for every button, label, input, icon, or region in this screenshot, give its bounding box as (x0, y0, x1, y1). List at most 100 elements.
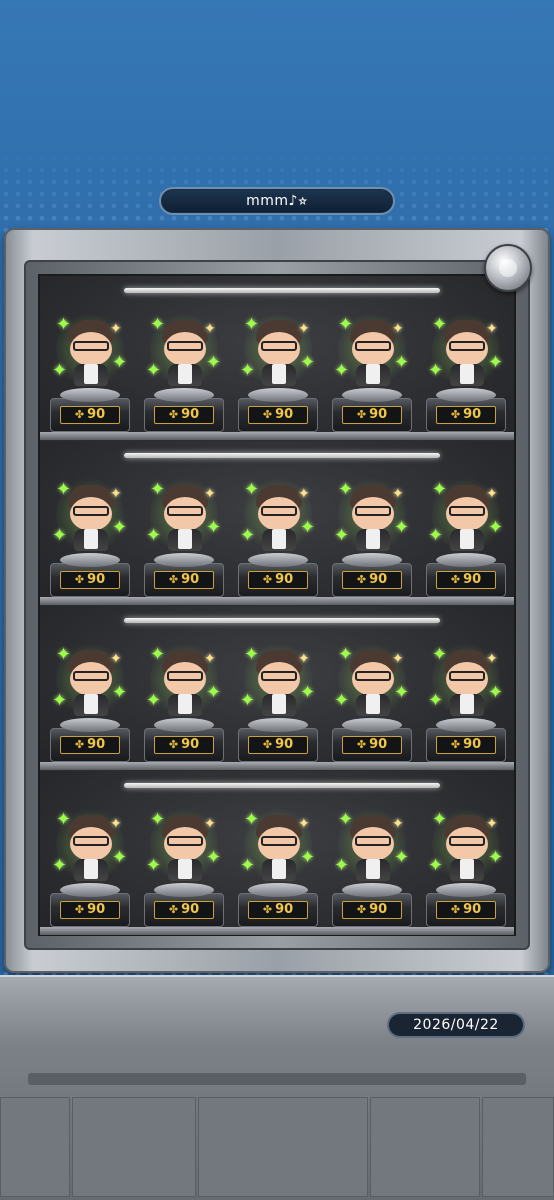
character-figure[interactable]: ✦ ✦ ✦ ✦ ✤ 90 (328, 302, 416, 432)
sparkle-icon: ✦ (392, 486, 404, 502)
level-plate: ✤ 90 (248, 406, 308, 424)
figure-glasses (355, 671, 391, 681)
character-figure[interactable]: ✦ ✦ ✦ ✦ ✤ 90 (422, 632, 510, 762)
sparkle-icon: ✦ (56, 644, 72, 665)
figure-glasses (449, 506, 485, 516)
cabinet-frame: ✦ ✦ ✦ ✦ ✤ 90 ✦ ✦ ✦ ✦ ✤ 90 ✦ ✦ ✦ ✦ ✤ 90 ✦ ✦ ✦ ✦ ✤ 90 ✦ ✦ ✦ ✦ ✤ 90 ✦ ✦ ✦ ✦ ✤… (24, 260, 530, 950)
figure-level: 90 (369, 572, 388, 587)
sparkle-icon: ✦ (56, 809, 72, 830)
sparkle-icon: ✦ (432, 479, 448, 500)
figure-shirt (460, 364, 474, 384)
figure-shirt (366, 529, 380, 549)
character-figure[interactable]: ✦ ✦ ✦ ✦ ✤ 90 (46, 467, 134, 597)
sparkle-icon: ✦ (392, 651, 404, 667)
character-figure[interactable]: ✦ ✦ ✦ ✦ ✤ 90 (234, 797, 322, 927)
clover-icon: ✤ (74, 573, 85, 586)
pedestal-top (436, 718, 496, 732)
shelf: ✦ ✦ ✦ ✦ ✤ 90 ✦ ✦ ✦ ✦ ✤ 90 ✦ ✦ ✦ ✦ ✤ 90 ✦ ✦ ✦ ✦ ✤ 90 ✦ ✦ ✦ ✦ ✤ 90 (40, 441, 514, 605)
level-plate: ✤ 90 (60, 406, 120, 424)
sparkle-icon: ✦ (110, 651, 122, 667)
character-figure[interactable]: ✦ ✦ ✦ ✦ ✤ 90 (140, 797, 228, 927)
figure-glasses (261, 341, 297, 351)
sparkle-icon: ✦ (56, 314, 72, 335)
clover-icon: ✤ (450, 903, 461, 916)
pedestal-top (436, 553, 496, 567)
level-plate: ✤ 90 (436, 901, 496, 919)
sparkle-icon: ✦ (52, 855, 68, 876)
pedestal-top (60, 388, 120, 402)
shelf-light (124, 288, 440, 293)
figure-shirt (366, 364, 380, 384)
sparkle-icon: ✦ (432, 809, 448, 830)
level-plate: ✤ 90 (342, 406, 402, 424)
sparkle-icon: ✦ (334, 690, 350, 711)
figure-shirt (178, 529, 192, 549)
character-figure[interactable]: ✦ ✦ ✦ ✦ ✤ 90 (422, 302, 510, 432)
shelf-light (124, 453, 440, 458)
figure-level: 90 (275, 572, 294, 587)
sparkle-icon: ✦ (150, 479, 166, 500)
pedestal-top (342, 883, 402, 897)
cabinet-badge-icon[interactable] (484, 244, 532, 292)
sparkle-icon: ✦ (112, 517, 128, 538)
base-slot (28, 1073, 526, 1085)
level-plate: ✤ 90 (154, 901, 214, 919)
sparkle-icon: ✦ (206, 847, 222, 868)
pedestal-top (60, 718, 120, 732)
sparkle-icon: ✦ (244, 479, 260, 500)
character-figure[interactable]: ✦ ✦ ✦ ✦ ✤ 90 (234, 467, 322, 597)
character-figure[interactable]: ✦ ✦ ✦ ✦ ✤ 90 (328, 632, 416, 762)
pedestal-top (248, 718, 308, 732)
sparkle-icon: ✦ (392, 816, 404, 832)
figure-shirt (460, 529, 474, 549)
sparkle-icon: ✦ (432, 314, 448, 335)
sparkle-icon: ✦ (110, 486, 122, 502)
figure-glasses (355, 836, 391, 846)
level-plate: ✤ 90 (60, 571, 120, 589)
sparkle-icon: ✦ (394, 352, 410, 373)
figure-shirt (84, 859, 98, 879)
sparkle-icon: ✦ (334, 855, 350, 876)
pedestal-top (154, 553, 214, 567)
figure-level: 90 (181, 407, 200, 422)
figure-level: 90 (369, 737, 388, 752)
character-figure[interactable]: ✦ ✦ ✦ ✦ ✤ 90 (328, 467, 416, 597)
character-figure[interactable]: ✦ ✦ ✦ ✦ ✤ 90 (46, 797, 134, 927)
character-figure[interactable]: ✦ ✦ ✦ ✦ ✤ 90 (46, 302, 134, 432)
clover-icon: ✤ (262, 738, 273, 751)
figure-level: 90 (275, 737, 294, 752)
level-plate: ✤ 90 (248, 571, 308, 589)
sparkle-icon: ✦ (334, 525, 350, 546)
sparkle-icon: ✦ (52, 525, 68, 546)
character-figure[interactable]: ✦ ✦ ✦ ✦ ✤ 90 (328, 797, 416, 927)
character-figure[interactable]: ✦ ✦ ✦ ✦ ✤ 90 (46, 632, 134, 762)
character-figure[interactable]: ✦ ✦ ✦ ✦ ✤ 90 (140, 302, 228, 432)
character-figure[interactable]: ✦ ✦ ✦ ✦ ✤ 90 (140, 467, 228, 597)
figure-shirt (84, 529, 98, 549)
sparkle-icon: ✦ (150, 314, 166, 335)
figure-level: 90 (181, 902, 200, 917)
sparkle-icon: ✦ (300, 847, 316, 868)
sparkle-icon: ✦ (150, 809, 166, 830)
display-cabinet: ✦ ✦ ✦ ✦ ✤ 90 ✦ ✦ ✦ ✦ ✤ 90 ✦ ✦ ✦ ✦ ✤ 90 ✦ ✦ ✦ ✦ ✤ 90 ✦ ✦ ✦ ✦ ✤ 90 ✦ ✦ ✦ ✦ ✤… (4, 228, 550, 973)
figure-glasses (167, 341, 203, 351)
character-figure[interactable]: ✦ ✦ ✦ ✦ ✤ 90 (140, 632, 228, 762)
character-figure[interactable]: ✦ ✦ ✦ ✦ ✤ 90 (422, 467, 510, 597)
sparkle-icon: ✦ (244, 314, 260, 335)
level-plate: ✤ 90 (342, 736, 402, 754)
sparkle-icon: ✦ (488, 847, 504, 868)
figure-glasses (261, 506, 297, 516)
sparkle-icon: ✦ (110, 816, 122, 832)
character-figure[interactable]: ✦ ✦ ✦ ✦ ✤ 90 (422, 797, 510, 927)
level-plate: ✤ 90 (436, 571, 496, 589)
shelf-board (40, 762, 514, 770)
character-figure[interactable]: ✦ ✦ ✦ ✦ ✤ 90 (234, 632, 322, 762)
sparkle-icon: ✦ (488, 517, 504, 538)
sparkle-icon: ✦ (52, 690, 68, 711)
figure-glasses (355, 506, 391, 516)
character-figure[interactable]: ✦ ✦ ✦ ✦ ✤ 90 (234, 302, 322, 432)
clover-icon: ✤ (356, 573, 367, 586)
base-panel (482, 1097, 554, 1197)
sparkle-icon: ✦ (206, 517, 222, 538)
figure-level: 90 (463, 902, 482, 917)
